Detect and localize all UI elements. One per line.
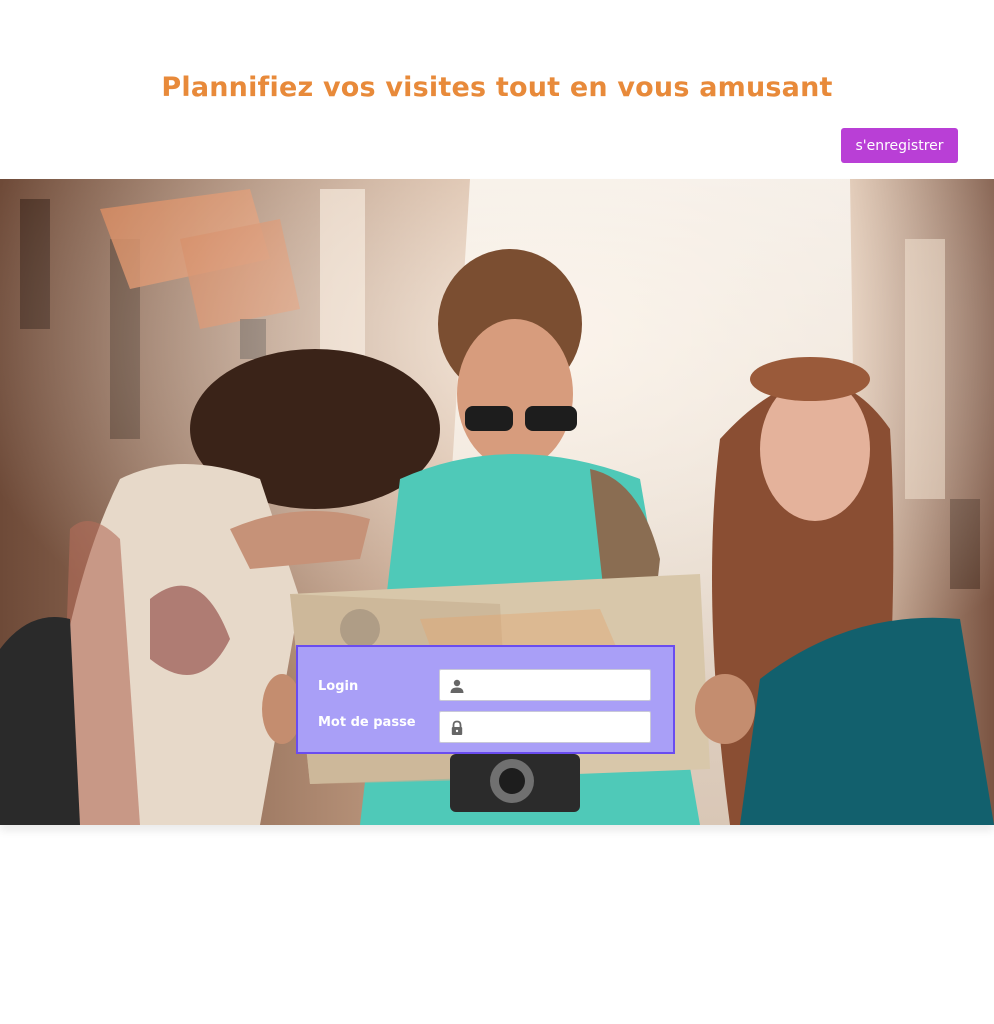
page-title: Plannifiez vos visites tout en vous amus… xyxy=(161,72,833,103)
password-field[interactable] xyxy=(439,711,651,743)
password-input[interactable] xyxy=(474,714,648,742)
login-form: Login Mot de passe xyxy=(296,645,675,754)
user-icon xyxy=(449,678,465,694)
login-input[interactable] xyxy=(474,672,648,700)
register-button[interactable]: s'enregistrer xyxy=(841,128,958,163)
login-label: Login xyxy=(318,679,359,694)
page: Plannifiez vos visites tout en vous amus… xyxy=(0,0,994,1024)
login-field[interactable] xyxy=(439,669,651,701)
lock-icon xyxy=(449,720,465,736)
password-label: Mot de passe xyxy=(318,715,416,730)
